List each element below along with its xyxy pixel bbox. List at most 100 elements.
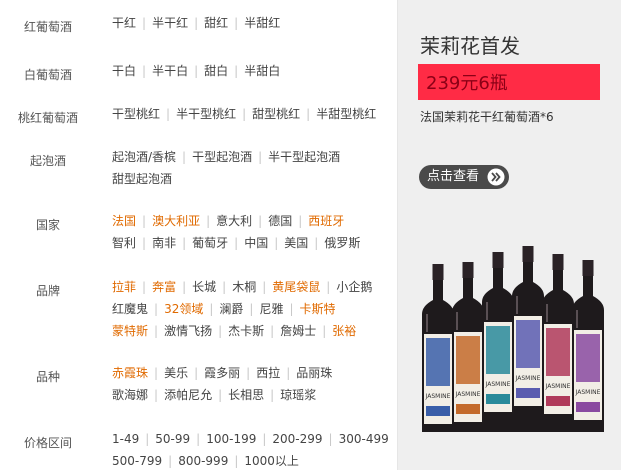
filter-option[interactable]: 甜型桃红 xyxy=(252,107,300,121)
filter-option[interactable]: 木桐 xyxy=(232,280,256,294)
filter-options: 起泡酒/香槟 | 干型起泡酒 | 半干型起泡酒 甜型起泡酒 xyxy=(112,146,390,190)
filter-option[interactable]: 琼瑶浆 xyxy=(280,388,316,402)
filter-option[interactable]: 杰卡斯 xyxy=(228,324,264,338)
filter-option[interactable]: 法国 xyxy=(112,214,136,228)
filter-option[interactable]: 西班牙 xyxy=(308,214,344,228)
filter-option[interactable]: 霞多丽 xyxy=(204,366,240,380)
separator: | xyxy=(270,388,275,402)
separator: | xyxy=(274,236,279,250)
filter-option[interactable]: 甜红 xyxy=(204,16,228,30)
filter-option[interactable]: 50-99 xyxy=(155,432,190,446)
filter-option[interactable]: 500-799 xyxy=(112,454,162,468)
filter-option[interactable]: 半甜型桃红 xyxy=(316,107,376,121)
separator: | xyxy=(242,107,247,121)
filter-option[interactable]: 干型起泡酒 xyxy=(192,150,252,164)
bottle-label-stripe xyxy=(426,406,450,416)
filter-option[interactable]: 西拉 xyxy=(256,366,280,380)
filter-option[interactable]: 张裕 xyxy=(332,324,356,338)
filter-option[interactable]: 智利 xyxy=(112,236,136,250)
double-chevron-right-icon xyxy=(487,168,505,186)
filter-option[interactable]: 黄尾袋鼠 xyxy=(272,280,320,294)
bottle-shine xyxy=(576,310,578,328)
filter-option[interactable]: 半干红 xyxy=(152,16,188,30)
filter-option[interactable]: 800-999 xyxy=(178,454,228,468)
filter-options: 干白 | 半干白 | 甜白 | 半甜白 xyxy=(112,60,390,82)
filter-option[interactable]: 半干型桃红 xyxy=(176,107,236,121)
bottle-shine xyxy=(486,302,488,320)
filter-option[interactable]: 甜型起泡酒 xyxy=(112,172,172,186)
filter-option[interactable]: 半干白 xyxy=(152,64,188,78)
filter-option[interactable]: 长城 xyxy=(192,280,216,294)
filter-option[interactable]: 干型桃红 xyxy=(112,107,160,121)
separator: | xyxy=(258,214,263,228)
bottle-brand-text: JASMINE xyxy=(575,389,601,396)
view-details-button[interactable]: 点击查看 xyxy=(419,165,509,189)
filter-option[interactable]: 意大利 xyxy=(216,214,252,228)
filter-option[interactable]: 干白 xyxy=(112,64,136,78)
filter-option[interactable]: 干红 xyxy=(112,16,136,30)
separator: | xyxy=(194,16,199,30)
bottle-label-stripe xyxy=(576,402,600,412)
filter-option[interactable]: 起泡酒/香槟 xyxy=(112,150,176,164)
filter-option[interactable]: 德国 xyxy=(268,214,292,228)
filter-option[interactable]: 澜爵 xyxy=(219,302,243,316)
filter-option[interactable]: 南非 xyxy=(152,236,176,250)
separator: | xyxy=(154,302,159,316)
filter-option[interactable]: 中国 xyxy=(244,236,268,250)
filter-option[interactable]: 葡萄牙 xyxy=(192,236,228,250)
wine-bottles-image[interactable]: JASMINE JASMINE JASMINE JASMINE JASMINE JASMI… xyxy=(412,236,616,446)
filter-option[interactable]: 1-49 xyxy=(112,432,139,446)
filter-option[interactable]: 卡斯特 xyxy=(300,302,336,316)
price-badge: 239元6瓶 xyxy=(418,64,600,100)
filter-option[interactable]: 300-499 xyxy=(339,432,389,446)
separator: | xyxy=(145,432,150,446)
filter-option[interactable]: 1000以上 xyxy=(244,454,299,468)
separator: | xyxy=(326,280,331,294)
filter-option[interactable]: 半干型起泡酒 xyxy=(268,150,340,164)
bottle-cap xyxy=(462,262,474,278)
filter-option[interactable]: 32领域 xyxy=(164,302,203,316)
bottle-cap xyxy=(552,254,564,270)
separator: | xyxy=(218,388,223,402)
filter-option[interactable]: 詹姆士 xyxy=(280,324,316,338)
filter-option[interactable]: 赤霞珠 xyxy=(112,366,148,380)
separator: | xyxy=(286,366,291,380)
filter-option[interactable]: 美乐 xyxy=(164,366,188,380)
filter-option[interactable]: 红魔鬼 xyxy=(112,302,148,316)
filter-option[interactable]: 蒙特斯 xyxy=(112,324,148,338)
filter-option[interactable]: 俄罗斯 xyxy=(324,236,360,250)
filter-option-line: 干红 | 半干红 | 甜红 | 半甜红 xyxy=(112,12,390,34)
filter-option[interactable]: 添帕尼允 xyxy=(164,388,212,402)
separator: | xyxy=(168,454,173,468)
filter-option[interactable]: 奔富 xyxy=(152,280,176,294)
filter-option[interactable]: 半甜白 xyxy=(244,64,280,78)
separator: | xyxy=(196,432,201,446)
filter-option[interactable]: 歌海娜 xyxy=(112,388,148,402)
filter-option[interactable]: 品丽珠 xyxy=(296,366,332,380)
filter-option[interactable]: 长相思 xyxy=(228,388,264,402)
separator: | xyxy=(182,236,187,250)
filter-option[interactable]: 甜白 xyxy=(204,64,228,78)
filter-option[interactable]: 尼雅 xyxy=(259,302,283,316)
filter-options: 干红 | 半干红 | 甜红 | 半甜红 xyxy=(112,12,390,34)
bottle-shine xyxy=(516,296,518,314)
filter-option[interactable]: 激情飞扬 xyxy=(164,324,212,338)
promo-panel: 茉莉花首发 239元6瓶 法国茉莉花干红葡萄酒*6 点击查看 JASMINE JA… xyxy=(398,0,621,470)
filter-option[interactable]: 澳大利亚 xyxy=(152,214,200,228)
filter-option-line: 红魔鬼 | 32领域 | 澜爵 | 尼雅 | 卡斯特 xyxy=(112,298,390,320)
separator: | xyxy=(154,324,159,338)
separator: | xyxy=(194,64,199,78)
bottle-cap xyxy=(432,264,444,280)
filter-option[interactable]: 美国 xyxy=(284,236,308,250)
bottle-shine xyxy=(546,304,548,322)
filter-option[interactable]: 小企鹅 xyxy=(336,280,372,294)
separator: | xyxy=(182,150,187,164)
filter-label: 起泡酒 xyxy=(29,154,66,168)
filter-option[interactable]: 半甜红 xyxy=(244,16,280,30)
filter-option[interactable]: 100-199 xyxy=(206,432,256,446)
bottle-group: JASMINE JASMINE JASMINE JASMINE JASMINE JASMI… xyxy=(422,246,604,432)
filter-options: 1-49 | 50-99 | 100-199 | 200-299 | 300-499 500-79… xyxy=(112,428,390,470)
bottle-label-stripe xyxy=(546,396,570,406)
filter-option[interactable]: 200-299 xyxy=(272,432,322,446)
filter-option[interactable]: 拉菲 xyxy=(112,280,136,294)
